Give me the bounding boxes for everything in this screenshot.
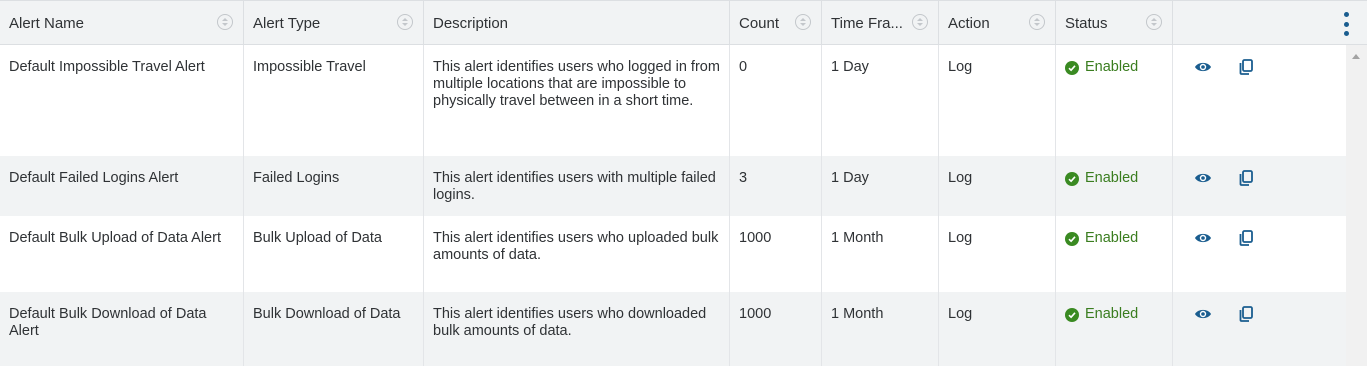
eye-icon[interactable] bbox=[1194, 305, 1212, 323]
cell-alert-name: Default Impossible Travel Alert bbox=[0, 45, 244, 156]
check-circle-icon bbox=[1065, 171, 1079, 186]
cell-description: This alert identifies users with multipl… bbox=[424, 156, 730, 216]
cell-actions bbox=[1173, 292, 1346, 366]
column-header-description[interactable]: Description bbox=[424, 1, 730, 45]
cell-description: This alert identifies users who uploaded… bbox=[424, 216, 730, 292]
cell-alert-name: Default Bulk Upload of Data Alert bbox=[0, 216, 244, 292]
eye-icon[interactable] bbox=[1194, 58, 1212, 76]
check-circle-icon bbox=[1065, 307, 1079, 322]
cell-action: Log bbox=[939, 156, 1056, 216]
sort-icon[interactable] bbox=[912, 14, 928, 30]
status-label: Enabled bbox=[1085, 170, 1139, 186]
cell-alert-name: Default Bulk Download of Data Alert bbox=[0, 292, 244, 366]
cell-alert-type: Failed Logins bbox=[244, 156, 424, 216]
sort-icon[interactable] bbox=[795, 14, 811, 30]
cell-action: Log bbox=[939, 45, 1056, 156]
status-badge: Enabled bbox=[1065, 170, 1164, 187]
status-badge: Enabled bbox=[1065, 306, 1164, 323]
table-row[interactable]: Default Bulk Upload of Data Alert Bulk U… bbox=[0, 216, 1346, 292]
sort-icon[interactable] bbox=[1146, 14, 1162, 30]
column-header-label: Count bbox=[739, 14, 780, 32]
table-row[interactable]: Default Failed Logins Alert Failed Login… bbox=[0, 156, 1346, 216]
check-circle-icon bbox=[1065, 231, 1079, 246]
table-header: Alert Name Alert Type Description Count … bbox=[0, 0, 1367, 45]
column-header-label: Alert Name bbox=[9, 14, 85, 32]
status-label: Enabled bbox=[1085, 230, 1139, 246]
column-header-count[interactable]: Count bbox=[730, 1, 822, 45]
eye-icon[interactable] bbox=[1194, 169, 1212, 187]
cell-alert-type: Impossible Travel bbox=[244, 45, 424, 156]
cell-description: This alert identifies users who logged i… bbox=[424, 45, 730, 156]
copy-icon[interactable] bbox=[1237, 58, 1255, 76]
cell-time-frame: 1 Day bbox=[822, 45, 939, 156]
eye-icon[interactable] bbox=[1194, 229, 1212, 247]
column-header-label: Description bbox=[433, 14, 509, 32]
cell-actions bbox=[1173, 216, 1346, 292]
table-row[interactable]: Default Impossible Travel Alert Impossib… bbox=[0, 45, 1346, 156]
cell-time-frame: 1 Month bbox=[822, 292, 939, 366]
column-header-label: Action bbox=[948, 14, 990, 32]
copy-icon[interactable] bbox=[1237, 169, 1255, 187]
copy-icon[interactable] bbox=[1237, 229, 1255, 247]
cell-count: 0 bbox=[730, 45, 822, 156]
cell-status: Enabled bbox=[1056, 45, 1173, 156]
cell-count: 3 bbox=[730, 156, 822, 216]
column-header-label: Alert Type bbox=[253, 14, 321, 32]
sort-icon[interactable] bbox=[397, 14, 413, 30]
cell-alert-name: Default Failed Logins Alert bbox=[0, 156, 244, 216]
sort-icon[interactable] bbox=[217, 14, 233, 30]
status-label: Enabled bbox=[1085, 306, 1139, 322]
status-badge: Enabled bbox=[1065, 230, 1164, 247]
cell-description: This alert identifies users who download… bbox=[424, 292, 730, 366]
cell-actions bbox=[1173, 45, 1346, 156]
cell-status: Enabled bbox=[1056, 216, 1173, 292]
kebab-menu-icon[interactable] bbox=[1343, 12, 1349, 36]
sort-icon[interactable] bbox=[1029, 14, 1045, 30]
cell-alert-type: Bulk Upload of Data bbox=[244, 216, 424, 292]
cell-status: Enabled bbox=[1056, 156, 1173, 216]
column-header-alert-type[interactable]: Alert Type bbox=[244, 1, 424, 45]
column-header-label: Status bbox=[1065, 14, 1108, 32]
status-badge: Enabled bbox=[1065, 59, 1164, 76]
column-header-alert-name[interactable]: Alert Name bbox=[0, 1, 244, 45]
cell-actions bbox=[1173, 156, 1346, 216]
cell-time-frame: 1 Month bbox=[822, 216, 939, 292]
table-row[interactable]: Default Bulk Download of Data Alert Bulk… bbox=[0, 292, 1346, 366]
column-header-action[interactable]: Action bbox=[939, 1, 1056, 45]
column-header-status[interactable]: Status bbox=[1056, 1, 1173, 45]
copy-icon[interactable] bbox=[1237, 305, 1255, 323]
cell-alert-type: Bulk Download of Data bbox=[244, 292, 424, 366]
cell-count: 1000 bbox=[730, 216, 822, 292]
check-circle-icon bbox=[1065, 60, 1079, 75]
column-header-label: Time Fra... bbox=[831, 14, 903, 32]
alerts-table: Alert Name Alert Type Description Count … bbox=[0, 0, 1367, 366]
cell-action: Log bbox=[939, 292, 1056, 366]
scroll-up-icon[interactable] bbox=[1352, 54, 1360, 59]
cell-count: 1000 bbox=[730, 292, 822, 366]
cell-time-frame: 1 Day bbox=[822, 156, 939, 216]
vertical-scrollbar[interactable] bbox=[1346, 45, 1367, 366]
column-header-time-frame[interactable]: Time Fra... bbox=[822, 1, 939, 45]
cell-status: Enabled bbox=[1056, 292, 1173, 366]
status-label: Enabled bbox=[1085, 59, 1139, 75]
cell-action: Log bbox=[939, 216, 1056, 292]
